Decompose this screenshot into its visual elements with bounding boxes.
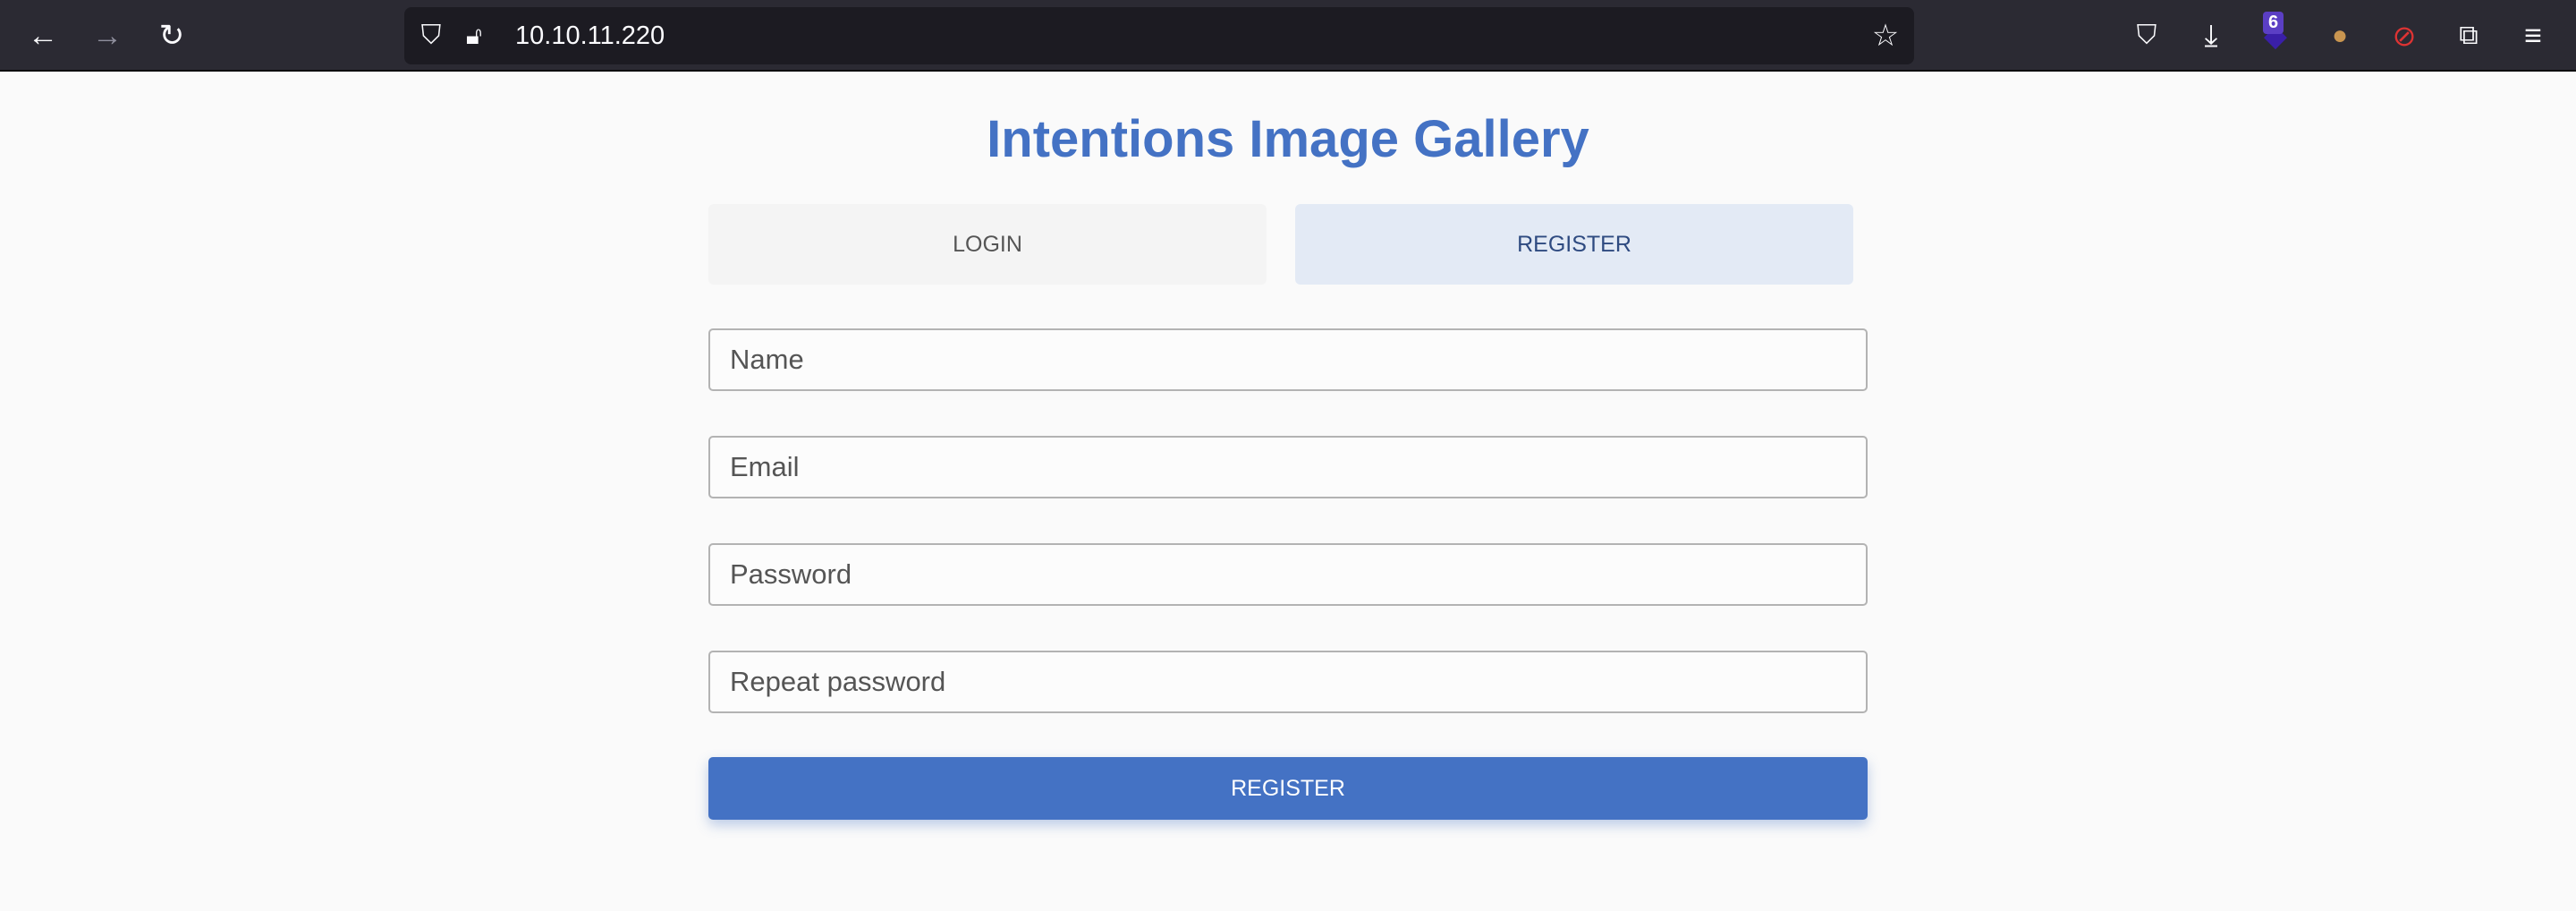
blocked-extension-icon[interactable]: ⊘ — [2386, 18, 2422, 54]
url-text[interactable]: 10.10.11.220 — [515, 20, 665, 52]
reload-icon[interactable]: ↻ — [154, 18, 190, 54]
extension-badge: 6 — [2263, 12, 2284, 34]
menu-icon[interactable]: ≡ — [2515, 18, 2551, 54]
register-button[interactable]: REGISTER — [708, 757, 1868, 820]
insecure-lock-icon[interactable]: 🔓︎ — [456, 18, 492, 54]
download-icon[interactable]: ⤓ — [2193, 18, 2229, 54]
url-bar[interactable]: ⛉ 🔓︎ 10.10.11.220 ☆ — [404, 7, 1914, 64]
extensions-puzzle-icon[interactable]: ⧉ — [2451, 18, 2487, 54]
back-icon[interactable]: ← — [25, 18, 61, 54]
page-title: Intentions Image Gallery — [987, 110, 1589, 168]
email-input[interactable] — [708, 436, 1868, 498]
forward-icon[interactable]: → — [89, 18, 125, 54]
pocket-icon[interactable]: ⛉ — [2129, 18, 2165, 54]
cookie-icon[interactable]: ● — [2322, 18, 2358, 54]
shield-icon[interactable]: ⛉ — [413, 18, 449, 54]
tab-register[interactable]: REGISTER — [1295, 204, 1853, 285]
name-input[interactable] — [708, 328, 1868, 391]
browser-toolbar: ← → ↻ ⛉ 🔓︎ 10.10.11.220 ☆ ⛉ ⤓ ◆ 6 ● ⊘ ⧉ … — [0, 0, 2576, 72]
password-input[interactable] — [708, 543, 1868, 606]
repeat-password-input[interactable] — [708, 651, 1868, 713]
tab-login[interactable]: LOGIN — [708, 204, 1267, 285]
bookmark-star-icon[interactable]: ☆ — [1868, 18, 1903, 54]
